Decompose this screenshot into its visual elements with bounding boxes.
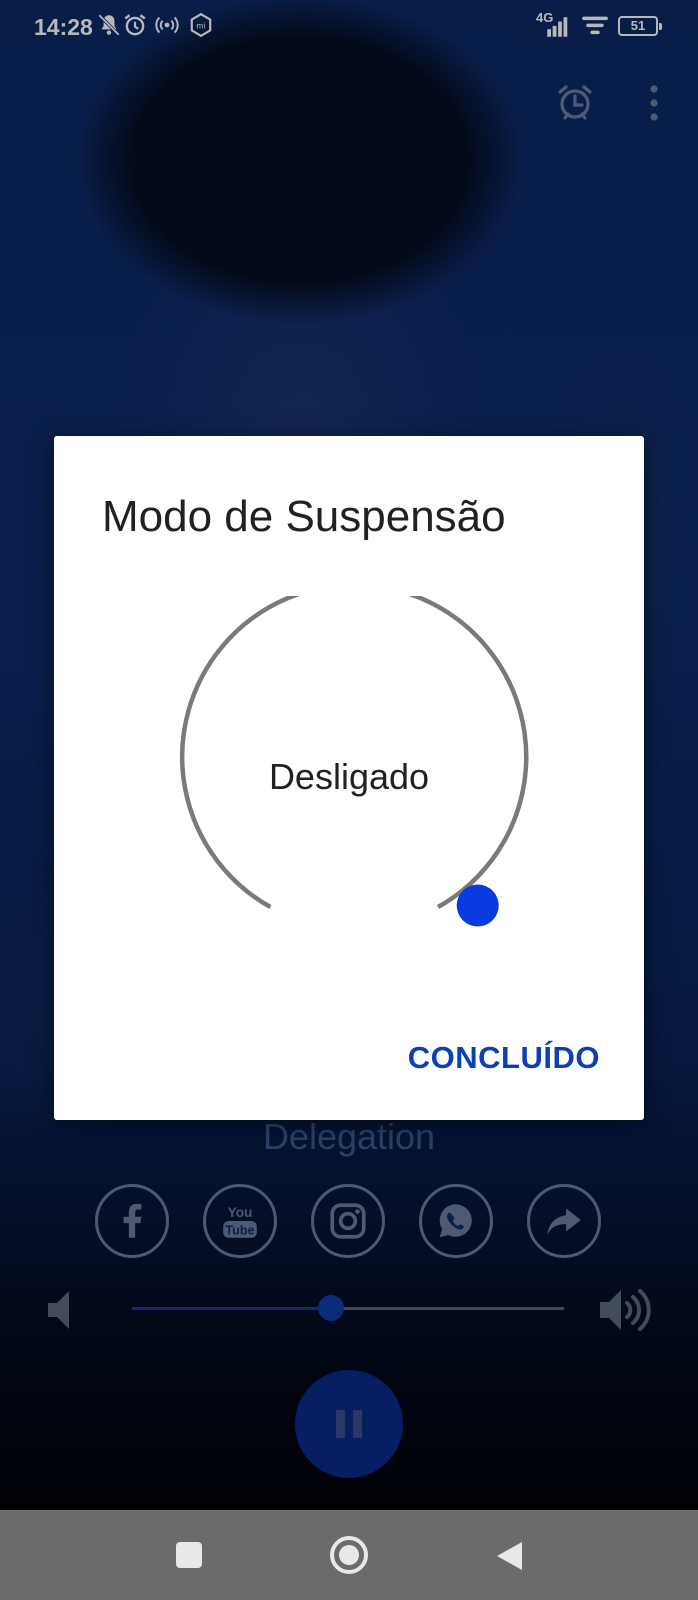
done-button[interactable]: CONCLUÍDO xyxy=(408,1040,600,1076)
dial-value-label: Desligado xyxy=(268,756,430,797)
dialog-title: Modo de Suspensão xyxy=(102,492,506,541)
dial-thumb[interactable] xyxy=(456,884,499,927)
sleep-timer-dialog: Modo de Suspensão Desligado CONCLUÍDO xyxy=(54,436,644,1120)
back-icon[interactable] xyxy=(494,1540,524,1572)
recents-icon[interactable] xyxy=(176,1542,202,1568)
dial-track xyxy=(179,596,529,909)
home-icon[interactable] xyxy=(330,1536,368,1574)
